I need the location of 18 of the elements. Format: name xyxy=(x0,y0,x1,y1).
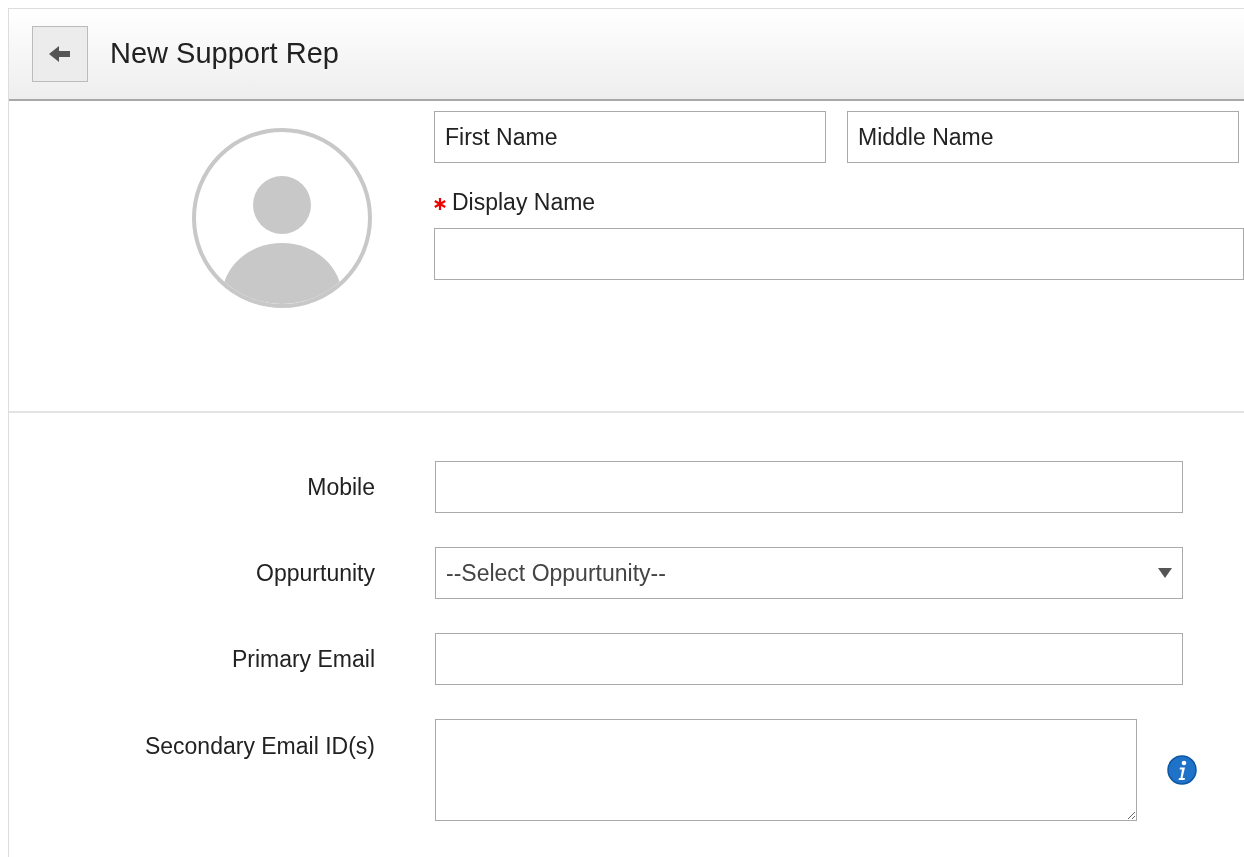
name-field[interactable]: First Name xyxy=(434,111,826,163)
text-field[interactable] xyxy=(435,461,1183,513)
back-button[interactable] xyxy=(32,26,88,82)
dropdown[interactable]: --Select Oppurtunity-- xyxy=(435,547,1183,599)
field-label: Oppurtunity xyxy=(255,558,375,588)
field-label: Primary Email xyxy=(230,644,375,674)
back-arrow-icon xyxy=(48,44,72,64)
field-label: Secondary Email ID(s) xyxy=(143,732,375,761)
dropdown-caret-icon xyxy=(1158,568,1172,578)
text-area[interactable] xyxy=(435,719,1137,821)
name-field[interactable]: Middle Name xyxy=(847,111,1239,163)
text-field[interactable] xyxy=(435,633,1183,685)
field-label: Mobile xyxy=(306,472,375,502)
page-title: New Support Rep xyxy=(110,36,339,72)
display-name-field[interactable] xyxy=(434,227,1244,280)
display-name-label: Display Name xyxy=(434,185,1244,220)
info-icon[interactable] xyxy=(1167,755,1197,785)
avatar-placeholder-icon xyxy=(190,127,373,309)
